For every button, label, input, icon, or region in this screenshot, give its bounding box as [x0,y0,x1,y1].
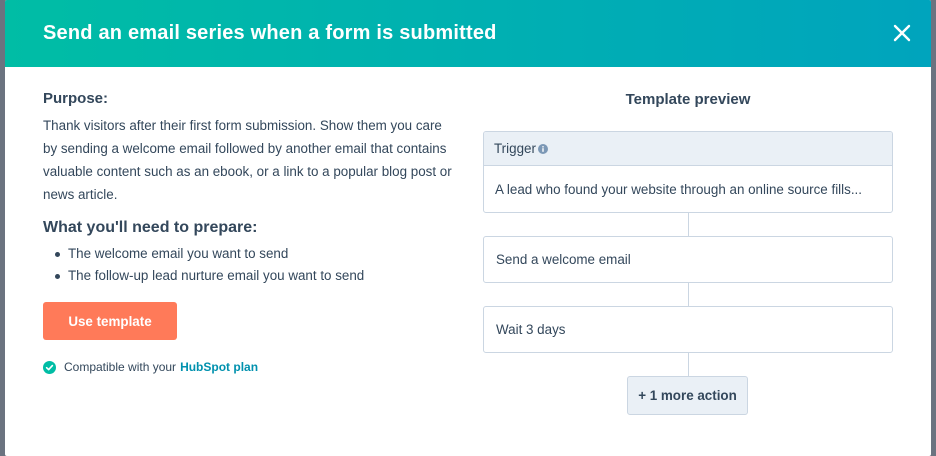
modal-header: Send an email series when a form is subm… [5,0,931,67]
action-card: Send a welcome email [483,236,893,283]
close-button[interactable] [891,22,913,44]
trigger-label: Trigger [494,141,536,156]
trigger-description: A lead who found your website through an… [495,181,862,197]
prepare-list: The welcome email you want to send The f… [43,243,463,287]
use-template-button[interactable]: Use template [43,302,177,340]
prepare-heading: What you'll need to prepare: [43,219,258,236]
template-modal: Send an email series when a form is subm… [5,0,931,456]
compatibility-text: Compatible with your [64,360,177,374]
list-item: The follow-up lead nurture email you wan… [43,265,463,287]
trigger-card: Trigger A lead who found your website th… [483,131,893,213]
connector-line [688,283,689,306]
purpose-heading: Purpose: [43,90,109,107]
connector-line [688,213,689,237]
more-actions-button[interactable]: + 1 more action [627,376,748,415]
purpose-text: Thank visitors after their first form su… [43,118,452,202]
action-card: Wait 3 days [483,306,893,353]
info-icon[interactable] [537,144,548,154]
compatibility-note: Compatible with your HubSpot plan [43,360,258,374]
hubspot-plan-link[interactable]: HubSpot plan [180,360,258,374]
preview-title: Template preview [625,91,751,108]
check-circle-icon [43,360,56,374]
connector-line [688,353,689,376]
trigger-header: Trigger [484,132,892,166]
close-icon [893,24,911,42]
list-item: The welcome email you want to send [43,243,463,265]
modal-title: Send an email series when a form is subm… [43,22,497,44]
template-details: Purpose: Thank visitors after their firs… [43,90,463,374]
